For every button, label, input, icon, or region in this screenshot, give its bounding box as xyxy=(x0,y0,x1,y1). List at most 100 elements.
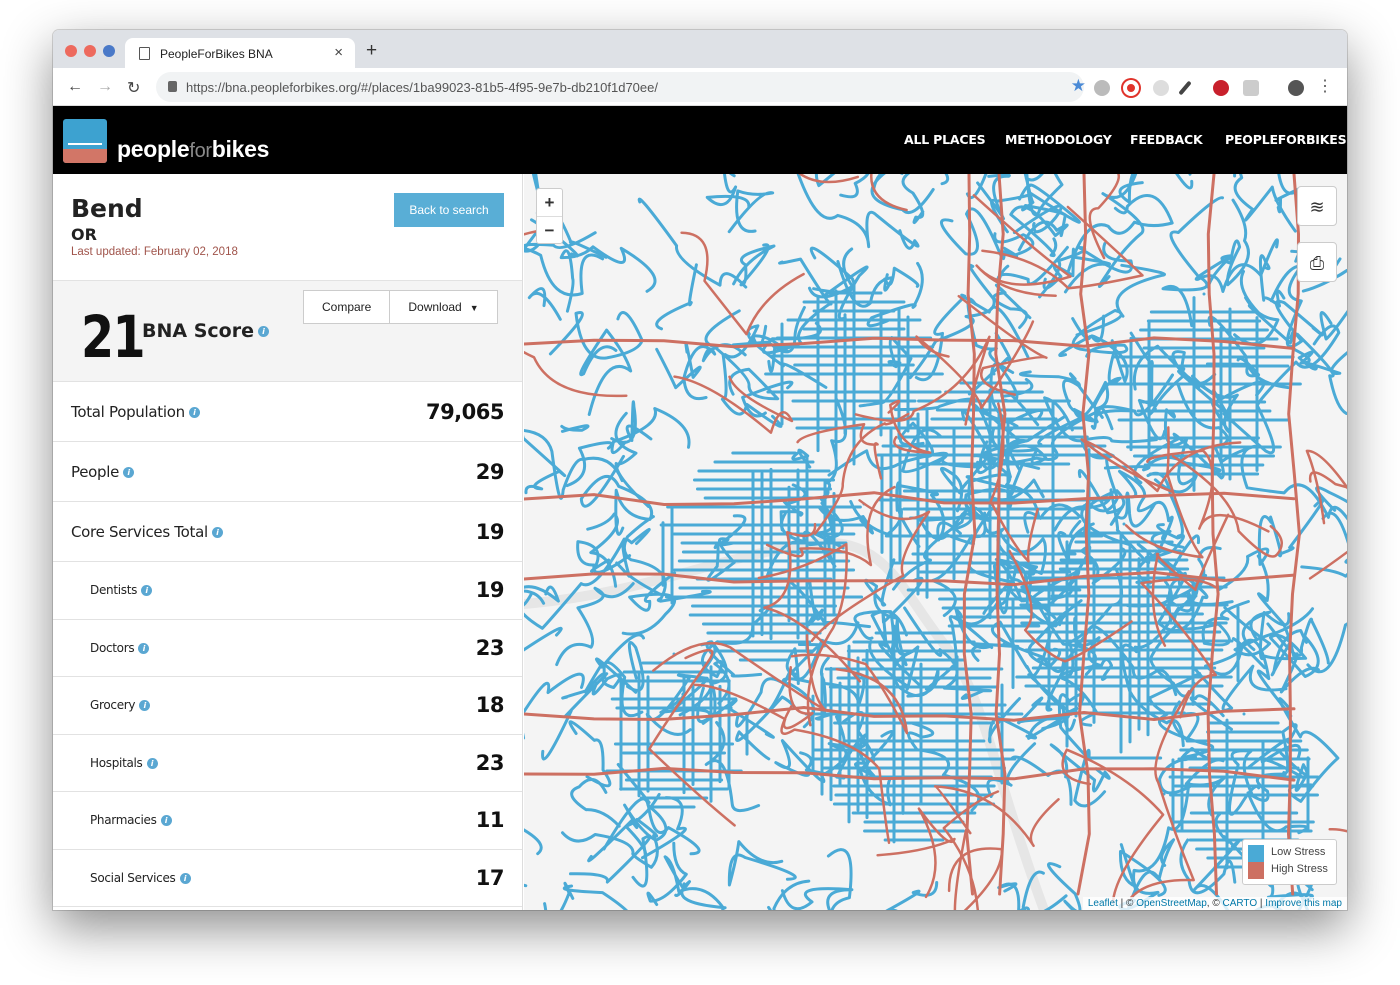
nav-all-places[interactable]: ALL PLACES xyxy=(904,132,986,147)
info-icon[interactable]: i xyxy=(141,585,153,597)
printer-icon: ⎙ xyxy=(1309,253,1325,273)
bna-score-value: 21 xyxy=(81,303,146,371)
nav-feedback[interactable]: FEEDBACK xyxy=(1130,132,1203,147)
download-button[interactable]: Download ▼ xyxy=(390,290,498,324)
metric-label: People i xyxy=(71,463,135,481)
low-stress-street xyxy=(1118,781,1191,910)
bookmark-star-icon[interactable]: ★ xyxy=(1071,76,1086,96)
metric-value: 19 xyxy=(475,519,505,544)
lock-icon xyxy=(168,81,177,92)
carto-link[interactable]: CARTO xyxy=(1223,898,1258,909)
extension-icon[interactable] xyxy=(1243,80,1259,96)
low-stress-street xyxy=(524,436,567,495)
metric-label: Doctors i xyxy=(90,641,150,655)
extension-icon[interactable] xyxy=(1153,80,1169,96)
low-stress-label: Low Stress xyxy=(1271,846,1326,858)
high-stress-label: High Stress xyxy=(1271,863,1328,875)
metric-row: Hospitals i 23 xyxy=(53,735,522,792)
low-stress-street xyxy=(524,828,543,856)
nav-methodology[interactable]: METHODOLOGY xyxy=(1005,132,1112,147)
extension-icon[interactable] xyxy=(1094,80,1110,96)
info-icon[interactable]: i xyxy=(139,700,151,712)
pinterest-icon[interactable] xyxy=(1213,80,1229,96)
low-stress-street xyxy=(570,778,621,828)
tab-close-icon[interactable]: × xyxy=(334,44,343,61)
info-icon[interactable]: i xyxy=(146,757,158,769)
map-attribution: Leaflet | © OpenStreetMap, © CARTO | Imp… xyxy=(1082,897,1347,910)
logo-wordmark[interactable]: peopleforbikes xyxy=(117,136,269,163)
info-icon[interactable]: i xyxy=(138,642,150,654)
low-stress-street xyxy=(814,174,870,199)
metrics-list: Total Population i 79,065 People i 29 Core Ser… xyxy=(53,382,522,907)
zoom-out-button[interactable]: − xyxy=(537,216,562,243)
osm-link[interactable]: OpenStreetMap xyxy=(1136,898,1207,909)
info-icon[interactable]: i xyxy=(123,466,135,478)
high-stress-swatch xyxy=(1248,862,1264,879)
profile-avatar[interactable] xyxy=(1288,80,1304,96)
score-actions: Compare Download ▼ xyxy=(303,290,498,324)
print-button[interactable]: ⎙ xyxy=(1297,242,1337,282)
metric-label: Total Population i xyxy=(71,403,200,421)
metric-row: People i 29 xyxy=(53,442,522,502)
metric-label: Dentists i xyxy=(90,583,153,597)
more-menu-icon[interactable]: ⋮ xyxy=(1317,76,1333,96)
road-network xyxy=(524,174,1347,910)
new-tab-button[interactable]: + xyxy=(366,40,377,62)
low-stress-street xyxy=(1239,270,1296,345)
place-state: OR xyxy=(71,225,97,244)
low-stress-street xyxy=(524,626,563,652)
low-stress-swatch xyxy=(1248,845,1264,862)
metric-value: 17 xyxy=(475,865,505,890)
metric-value: 23 xyxy=(475,750,505,775)
leaflet-link[interactable]: Leaflet xyxy=(1088,898,1118,909)
high-stress-road xyxy=(1061,748,1165,904)
place-name: Bend xyxy=(71,194,143,223)
tab-title: PeopleForBikes BNA xyxy=(160,47,273,61)
low-stress-street xyxy=(637,197,748,289)
low-stress-street xyxy=(704,721,761,813)
place-header: Bend OR Last updated: February 02, 2018 … xyxy=(53,174,522,281)
nav-peopleforbikes[interactable]: PEOPLEFORBIKES xyxy=(1225,132,1347,147)
low-stress-street xyxy=(774,739,811,777)
address-bar[interactable]: https://bna.peopleforbikes.org/#/places/… xyxy=(156,72,1086,102)
info-icon[interactable]: i xyxy=(257,326,269,337)
info-icon[interactable]: i xyxy=(211,526,223,538)
browser-tab[interactable]: PeopleForBikes BNA × xyxy=(125,38,355,68)
metric-row: Core Services Total i 19 xyxy=(53,502,522,562)
stress-map[interactable]: + − ≋ ⎙ Low Stress High Stress Leaflet |… xyxy=(524,174,1347,910)
low-stress-street xyxy=(727,840,797,887)
bike-icon xyxy=(68,127,102,145)
back-arrow-icon[interactable]: ← xyxy=(67,78,83,96)
peopleforbikes-logo[interactable] xyxy=(63,119,107,163)
metric-label: Core Services Total i xyxy=(71,523,223,541)
reload-icon[interactable]: ↻ xyxy=(127,78,140,98)
map-legend: Low Stress High Stress xyxy=(1242,839,1337,885)
close-window-button[interactable] xyxy=(65,45,77,57)
back-to-search-button[interactable]: Back to search xyxy=(394,193,504,227)
metric-row: Doctors i 23 xyxy=(53,620,522,677)
opera-icon[interactable] xyxy=(1123,80,1139,96)
low-stress-street xyxy=(1175,174,1194,190)
info-icon[interactable]: i xyxy=(160,815,172,827)
browser-toolbar: ← → ↻ https://bna.peopleforbikes.org/#/p… xyxy=(53,68,1347,106)
info-icon[interactable]: i xyxy=(179,872,191,884)
low-stress-street xyxy=(1300,565,1347,674)
low-stress-street xyxy=(579,328,633,416)
low-stress-street xyxy=(1319,310,1347,341)
low-stress-street xyxy=(568,720,612,788)
low-stress-street xyxy=(562,884,629,910)
improve-map-link[interactable]: Improve this map xyxy=(1265,898,1342,909)
minimize-window-button[interactable] xyxy=(84,45,96,57)
browser-window: PeopleForBikes BNA × + ← → ↻ https://bna… xyxy=(53,30,1347,910)
tab-strip: PeopleForBikes BNA × + xyxy=(53,30,1347,68)
metric-row: Grocery i 18 xyxy=(53,677,522,735)
eyedropper-icon[interactable] xyxy=(1178,80,1192,96)
forward-arrow-icon[interactable]: → xyxy=(97,78,113,96)
metric-value: 19 xyxy=(475,578,505,603)
compare-button[interactable]: Compare xyxy=(303,290,391,324)
layers-button[interactable]: ≋ xyxy=(1297,186,1337,226)
zoom-in-button[interactable]: + xyxy=(537,189,562,216)
info-icon[interactable]: i xyxy=(188,406,200,418)
low-stress-street xyxy=(796,174,920,250)
page-icon xyxy=(139,47,150,60)
